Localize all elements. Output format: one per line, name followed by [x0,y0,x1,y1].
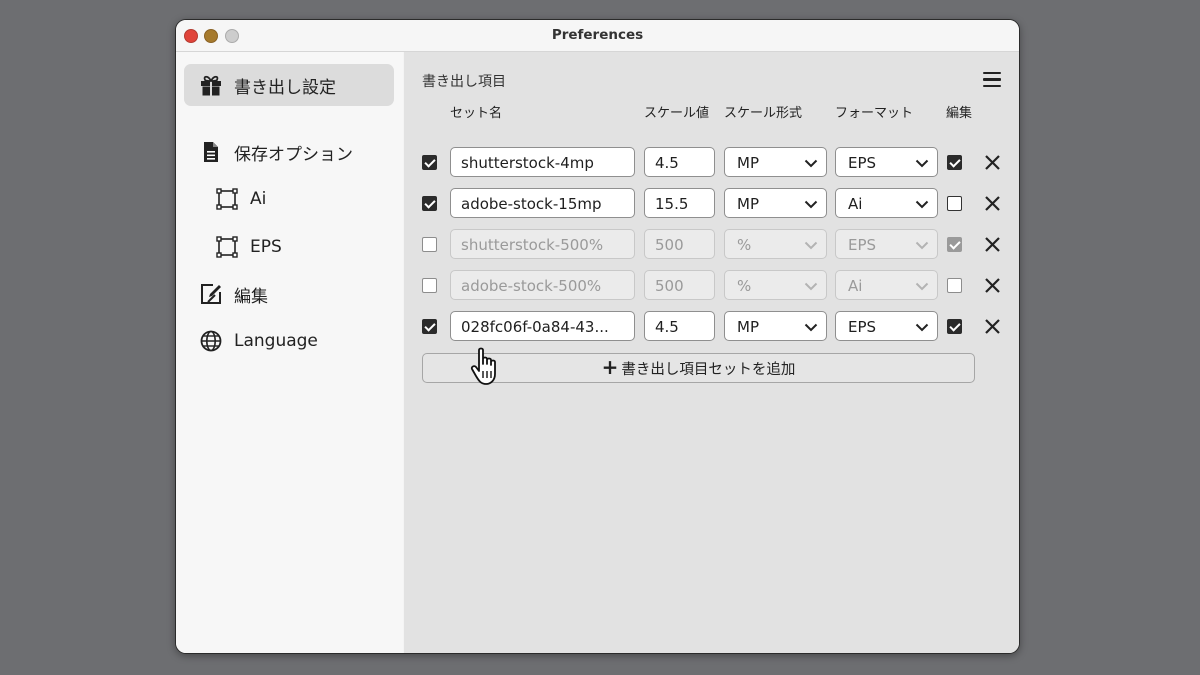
scale-type-select[interactable]: MP [724,311,827,341]
set-name-field[interactable]: shutterstock-500% [450,229,635,259]
sidebar-item-label: Ai [250,189,267,209]
chevron-down-icon [915,200,929,209]
format-select[interactable]: EPS [835,311,938,341]
scale-type-value: MP [737,154,759,172]
scale-type-value: % [737,277,752,295]
chevron-down-icon [804,241,818,250]
sidebar: 書き出し設定 保存オプション Ai EPS 編集 Language [176,52,403,653]
scale-value-field[interactable]: 500 [644,270,715,300]
sidebar-item-label: 書き出し設定 [234,77,336,98]
format-value: Ai [848,195,863,213]
column-header-set-name: セット名 [450,106,503,121]
scale-value-field[interactable]: 15.5 [644,188,715,218]
document-icon [198,139,224,165]
chevron-down-icon [915,282,929,291]
chevron-down-icon [804,159,818,168]
preferences-window: Preferences 書き出し設定 保存オプション Ai EPS 編集 Lan… [175,19,1020,654]
sidebar-item-ai[interactable]: Ai [214,178,266,220]
title-bar: Preferences [176,20,1019,52]
scale-value-field[interactable]: 4.5 [644,147,715,177]
scale-type-value: MP [737,195,759,213]
edit-checkbox[interactable] [947,237,962,252]
export-set-row: shutterstock-500% 500 % EPS [404,229,1019,261]
column-header-scale-type: スケール形式 [724,106,803,121]
format-value: EPS [848,236,877,254]
gift-icon [198,72,224,98]
enable-checkbox[interactable] [422,237,437,252]
edit-checkbox[interactable] [947,278,962,293]
set-name-field[interactable]: adobe-stock-15mp [450,188,635,218]
column-header-format: フォーマット [835,106,914,121]
enable-checkbox[interactable] [422,155,437,170]
section-title: 書き出し項目 [422,74,506,90]
chevron-down-icon [915,323,929,332]
scale-value-field[interactable]: 500 [644,229,715,259]
edit-checkbox[interactable] [947,319,962,334]
sidebar-item-eps[interactable]: EPS [214,226,282,268]
export-set-row: adobe-stock-500% 500 % Ai [404,270,1019,302]
delete-icon[interactable] [984,154,1001,171]
delete-icon[interactable] [984,318,1001,335]
enable-checkbox[interactable] [422,278,437,293]
chevron-down-icon [804,200,818,209]
scale-type-value: % [737,236,752,254]
sidebar-item-label: 保存オプション [234,144,353,165]
plus-icon: + [601,355,619,379]
chevron-down-icon [915,241,929,250]
edit-checkbox[interactable] [947,196,962,211]
enable-checkbox[interactable] [422,196,437,211]
globe-icon [198,328,224,354]
export-set-row: shutterstock-4mp 4.5 MP EPS [404,147,1019,179]
artboard-icon [214,186,240,212]
window-title: Preferences [551,27,644,43]
scale-type-select[interactable]: % [724,229,827,259]
set-name-field[interactable]: adobe-stock-500% [450,270,635,300]
format-value: Ai [848,277,863,295]
delete-icon[interactable] [984,277,1001,294]
delete-icon[interactable] [984,236,1001,253]
format-select[interactable]: Ai [835,270,938,300]
format-select[interactable]: EPS [835,229,938,259]
column-header-edit: 編集 [946,106,973,121]
add-export-set-label: 書き出し項目セットを追加 [621,361,796,378]
format-select[interactable]: Ai [835,188,938,218]
artboard-icon [214,234,240,260]
export-set-row: 028fc06f-0a84-43... 4.5 MP EPS [404,311,1019,343]
export-set-row: adobe-stock-15mp 15.5 MP Ai [404,188,1019,220]
column-header-scale-value: スケール値 [644,106,710,121]
sidebar-item-export-settings[interactable]: 書き出し設定 [184,64,394,106]
scale-type-select[interactable]: MP [724,188,827,218]
enable-checkbox[interactable] [422,319,437,334]
sidebar-item-label: 編集 [234,286,268,307]
scale-type-select[interactable]: % [724,270,827,300]
delete-icon[interactable] [984,195,1001,212]
format-value: EPS [848,154,877,172]
chevron-down-icon [915,159,929,168]
sidebar-item-edit[interactable]: 編集 [198,273,268,315]
sidebar-item-language[interactable]: Language [198,320,318,362]
sidebar-item-label: Language [234,331,318,351]
sidebar-item-label: EPS [250,237,282,257]
chevron-down-icon [804,282,818,291]
sidebar-item-save-options[interactable]: 保存オプション [198,131,353,173]
set-name-field[interactable]: shutterstock-4mp [450,147,635,177]
scale-type-value: MP [737,318,759,336]
scale-value-field[interactable]: 4.5 [644,311,715,341]
format-value: EPS [848,318,877,336]
set-name-field[interactable]: 028fc06f-0a84-43... [450,311,635,341]
hamburger-menu-icon[interactable] [983,72,1001,88]
hand-pointer-cursor-icon [470,347,496,385]
format-select[interactable]: EPS [835,147,938,177]
edit-checkbox[interactable] [947,155,962,170]
scale-type-select[interactable]: MP [724,147,827,177]
edit-icon [198,281,224,307]
chevron-down-icon [804,323,818,332]
